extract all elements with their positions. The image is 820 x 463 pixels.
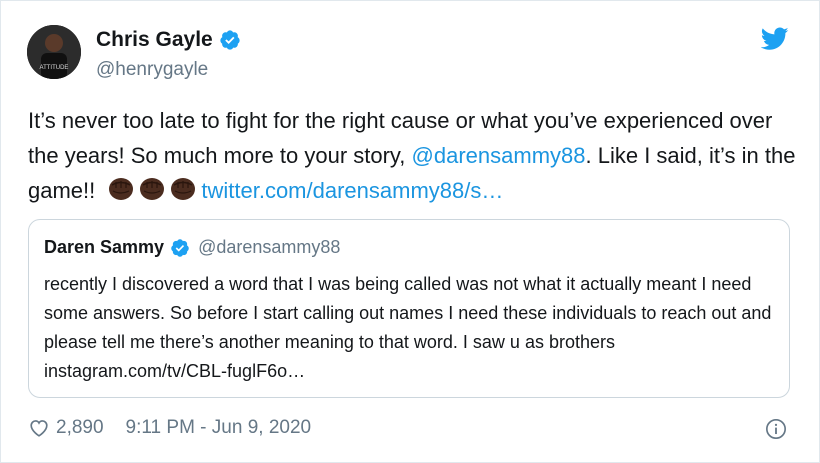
author-name-row[interactable]: Chris Gayle (96, 28, 241, 52)
tweet-text: It’s never too late to fight for the rig… (28, 103, 803, 208)
heart-icon[interactable] (28, 417, 50, 439)
quoted-author-name: Daren Sammy (44, 237, 165, 257)
quoted-tweet-header: Daren Sammy @darensammy88 (44, 237, 340, 258)
mention-link[interactable]: @darensammy88 (412, 143, 586, 168)
author-avatar[interactable]: ATTITUDE (27, 25, 81, 79)
tweet-card: ATTITUDE Chris Gayle @henrygayle It’s ne… (0, 0, 820, 463)
author-handle[interactable]: @henrygayle (96, 59, 208, 81)
tweet-footer: 2,890 9:11 PM - Jun 9, 2020 (28, 417, 311, 439)
author-name[interactable]: Chris Gayle (96, 28, 213, 52)
quoted-tweet[interactable]: Daren Sammy @darensammy88 recently I dis… (28, 219, 790, 398)
quoted-tweet-text: recently I discovered a word that I was … (44, 274, 772, 381)
raised-fist-dark-skin-emoji (109, 178, 134, 200)
emoji-group (107, 174, 197, 202)
tweet-timestamp[interactable]: 9:11 PM - Jun 9, 2020 (126, 417, 312, 439)
info-icon[interactable] (765, 418, 787, 440)
verified-badge-icon (171, 238, 189, 257)
twitter-bird-icon[interactable] (761, 27, 789, 51)
verified-badge-icon (220, 30, 240, 50)
tweet-url-link[interactable]: twitter.com/darensammy88/s… (201, 178, 503, 203)
svg-text:ATTITUDE: ATTITUDE (40, 65, 69, 71)
raised-fist-dark-skin-emoji (140, 178, 165, 200)
like-count[interactable]: 2,890 (56, 417, 104, 439)
raised-fist-dark-skin-emoji (171, 178, 196, 200)
quoted-author-handle: @darensammy88 (198, 237, 341, 257)
